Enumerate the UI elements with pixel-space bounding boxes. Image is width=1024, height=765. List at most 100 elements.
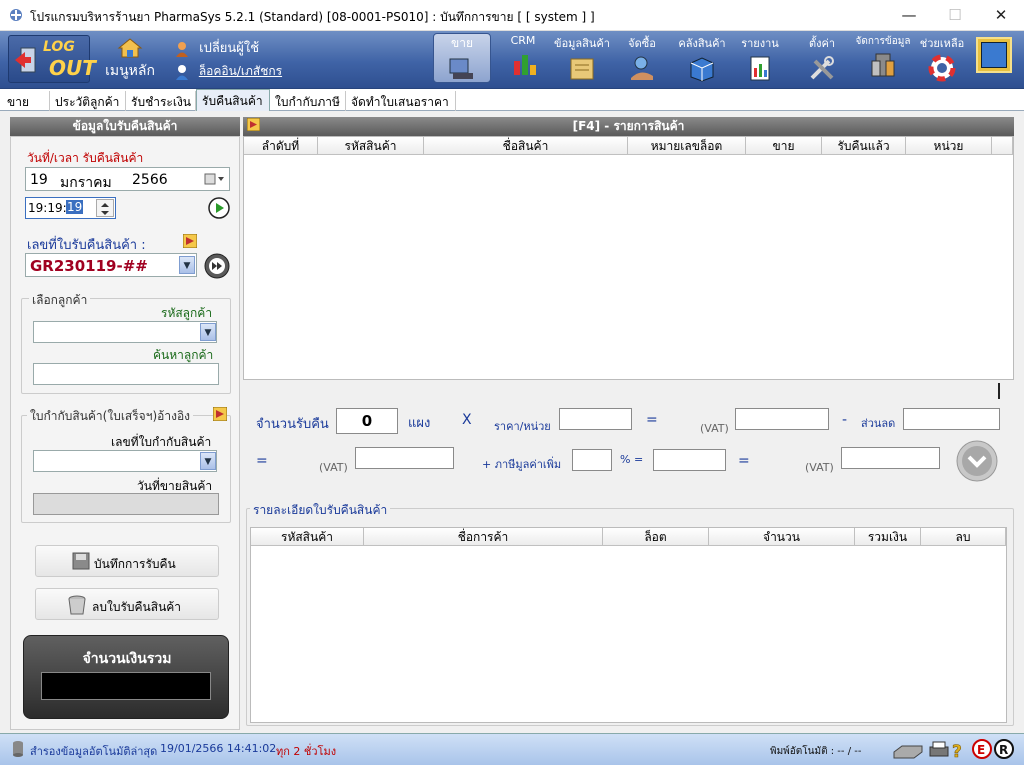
calendar-dropdown-icon[interactable] — [204, 172, 224, 186]
return-doc-combo[interactable]: GR230119-## ▼ — [25, 253, 197, 277]
return-details-title: รายละเอียดใบรับคืนสินค้า — [250, 501, 391, 520]
toolbar-inventory[interactable]: คลังสินค้า — [674, 31, 730, 89]
e-badge-icon[interactable]: E — [972, 739, 992, 759]
return-date-picker[interactable]: 19 มกราคม 2566 — [25, 167, 230, 191]
return-doc-value: GR230119-## — [30, 257, 148, 275]
col-detail-delete[interactable]: ลบ — [921, 528, 1006, 546]
products-search-icon[interactable] — [246, 117, 261, 132]
discount-input[interactable] — [903, 408, 1000, 430]
equals-sign-1: = — [646, 412, 658, 428]
tab-customer-history[interactable]: ประวัติลูกค้า — [50, 91, 126, 111]
subtotal-input[interactable] — [735, 408, 829, 430]
svg-text:R: R — [999, 743, 1008, 757]
col-product-code[interactable]: รหัสสินค้า — [318, 137, 424, 155]
toolbar-purchase-label: จัดซื้อ — [628, 37, 656, 50]
play-button[interactable] — [208, 197, 230, 219]
app-logo-icon — [8, 7, 24, 23]
change-user-button[interactable]: เปลี่ยนผู้ใช้ — [175, 37, 285, 57]
doc-combo-chevron-icon[interactable]: ▼ — [179, 256, 195, 274]
sale-terminal-icon — [447, 55, 477, 83]
return-qty-input[interactable]: 0 — [336, 408, 398, 434]
save-disk-icon — [72, 552, 90, 570]
main-menu-label: เมนูหลัก — [105, 63, 155, 79]
toolbar-data-management[interactable]: จัดการข้อมูล — [852, 31, 914, 89]
window-mode-icon — [981, 42, 1007, 68]
r-badge-icon[interactable]: R — [994, 739, 1014, 759]
net-before-vat-input[interactable] — [355, 447, 454, 469]
col-spacer — [992, 137, 1013, 155]
main-menu-button[interactable]: เมนูหลัก — [100, 37, 160, 83]
time-spinner-icon[interactable] — [96, 199, 114, 217]
return-info-header: ข้อมูลใบรับคืนสินค้า — [10, 117, 240, 136]
return-qty-label: จำนวนรับคืน — [256, 417, 329, 432]
minimize-button[interactable]: — — [886, 0, 932, 31]
tab-payment[interactable]: รับชำระเงิน — [126, 91, 196, 111]
sale-date-field — [33, 493, 219, 515]
return-time-seconds: 19 — [66, 200, 84, 214]
toolbar-sale[interactable]: ขาย — [433, 33, 491, 83]
return-details-grid[interactable]: รหัสสินค้า ชื่อการค้า ล็อต จำนวน รวมเงิน… — [250, 527, 1007, 723]
price-per-unit-input[interactable] — [559, 408, 632, 430]
pharmacist-icon — [175, 64, 189, 80]
tab-sale[interactable]: ขาย — [2, 91, 50, 111]
tab-quotation[interactable]: จัดทำใบเสนอราคา — [346, 91, 456, 111]
vat-rate-input[interactable] — [572, 449, 612, 471]
price-per-unit-label: ราคา/หน่วย — [494, 420, 551, 433]
col-seq[interactable]: ลำดับที่ — [244, 137, 318, 155]
col-detail-trade-name[interactable]: ชื่อการค้า — [364, 528, 603, 546]
invoice-search-icon[interactable] — [212, 406, 228, 422]
vat-amount-input[interactable] — [653, 449, 726, 471]
total-with-vat-input[interactable] — [841, 447, 940, 469]
toolbar-product-data[interactable]: ข้อมูลสินค้า — [553, 31, 611, 89]
return-time-input[interactable]: 19:19: 19 — [25, 197, 116, 219]
invoice-no-combo[interactable]: ▼ — [33, 450, 217, 472]
save-return-label: บันทึกการรับคืน — [94, 557, 176, 571]
invoice-chevron-icon[interactable]: ▼ — [200, 452, 216, 470]
customer-code-combo[interactable]: ▼ — [33, 321, 217, 343]
main-toolbar: LOG OUT เมนูหลัก เปลี่ยนผู้ใช้ ล็อคอิน/เ… — [0, 31, 1024, 89]
col-product-name[interactable]: ชื่อสินค้า — [424, 137, 628, 155]
title-bar: โปรแกรมบริหารร้านยา PharmaSys 5.2.1 (Sta… — [0, 0, 1024, 31]
logout-top-text: LOG — [43, 39, 75, 55]
toolbar-report[interactable]: รายงาน — [738, 31, 782, 89]
login-user-label: ล็อคอิน/เภสัชกร — [198, 64, 283, 78]
login-user-link[interactable]: ล็อคอิน/เภสัชกร — [175, 62, 290, 82]
customer-search-input[interactable] — [33, 363, 219, 385]
col-lot-number[interactable]: หมายเลขล็อต — [628, 137, 746, 155]
window-title: โปรแกรมบริหารร้านยา PharmaSys 5.2.1 (Sta… — [30, 10, 595, 24]
tab-product-return[interactable]: รับคืนสินค้า — [196, 89, 270, 111]
maximize-button[interactable]: ☐ — [932, 0, 978, 31]
toolbar-crm[interactable]: CRM — [503, 31, 543, 89]
cash-drawer-icon[interactable] — [892, 740, 924, 760]
logout-button[interactable]: LOG OUT — [8, 35, 96, 83]
window-mode-button[interactable] — [976, 37, 1012, 73]
col-sold[interactable]: ขาย — [746, 137, 822, 155]
col-returned[interactable]: รับคืนแล้ว — [822, 137, 906, 155]
doc-search-icon[interactable] — [182, 233, 198, 249]
help-lifebuoy-icon — [927, 54, 957, 82]
return-info-panel: วันที่/เวลา รับคืนสินค้า 19 มกราคม 2566 … — [10, 136, 240, 730]
col-detail-lot[interactable]: ล็อต — [603, 528, 709, 546]
add-item-button[interactable] — [956, 440, 998, 482]
crm-chart-icon — [508, 49, 538, 77]
toolbar-purchase[interactable]: จัดซื้อ — [620, 31, 664, 89]
tab-tax-invoice[interactable]: ใบกำกับภาษี — [270, 91, 346, 111]
toolbar-inventory-label: คลังสินค้า — [678, 37, 726, 50]
close-button[interactable]: ✕ — [978, 0, 1024, 31]
customer-chevron-icon[interactable]: ▼ — [200, 323, 216, 341]
products-grid[interactable]: ลำดับที่ รหัสสินค้า ชื่อสินค้า หมายเลขล็… — [243, 136, 1014, 380]
save-return-button[interactable]: บันทึกการรับคืน — [35, 545, 219, 577]
minus-sign: - — [842, 412, 848, 428]
toolbar-settings[interactable]: ตั้งค่า — [802, 31, 842, 89]
svg-text:?: ? — [952, 742, 962, 760]
col-unit[interactable]: หน่วย — [906, 137, 992, 155]
col-detail-product-code[interactable]: รหัสสินค้า — [251, 528, 364, 546]
toolbar-help[interactable]: ช่วยเหลือ — [916, 31, 968, 89]
printer-icon[interactable] — [928, 740, 950, 760]
vat-plus-label: (VAT) — [319, 461, 348, 474]
doc-next-button[interactable] — [204, 253, 230, 279]
col-detail-amount[interactable]: รวมเงิน — [855, 528, 921, 546]
delete-return-button[interactable]: ลบใบรับคืนสินค้า — [35, 588, 219, 620]
col-detail-qty[interactable]: จำนวน — [709, 528, 855, 546]
help-question-icon[interactable]: ? — [950, 740, 966, 763]
